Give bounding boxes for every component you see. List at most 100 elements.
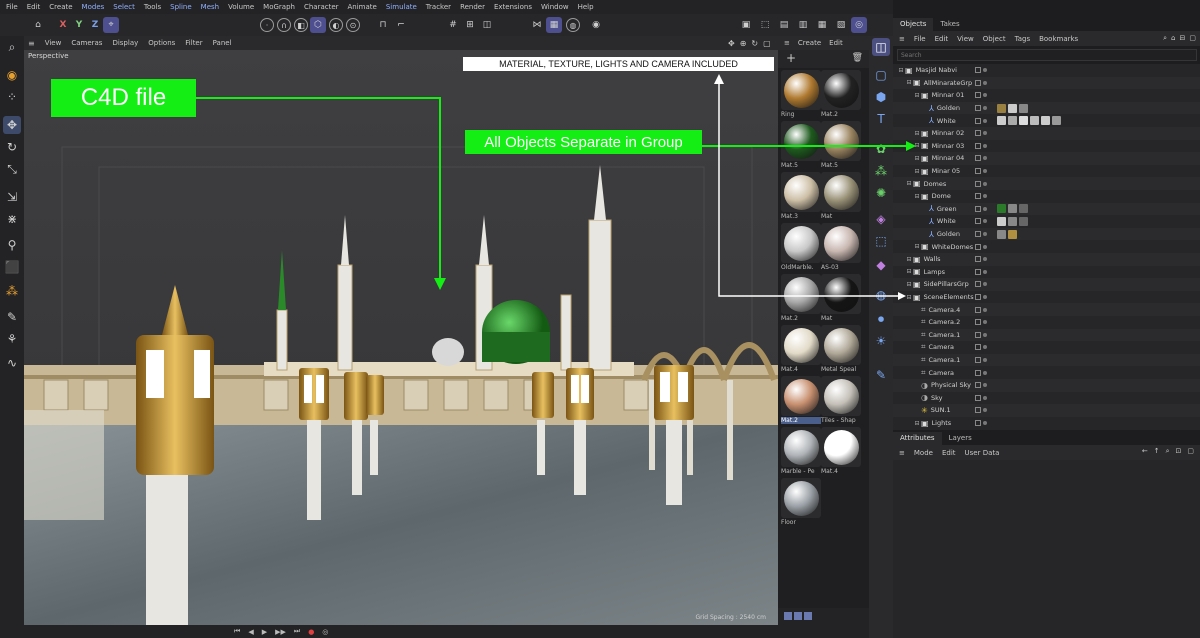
visibility-flags[interactable] — [975, 357, 987, 364]
menu-spline[interactable]: Spline — [170, 3, 192, 11]
object-row[interactable]: ⅄ Golden — [893, 101, 1200, 115]
extrude-tool-icon[interactable]: ⬛ — [3, 258, 21, 276]
object-row[interactable]: ◑ Physical Sky — [893, 379, 1200, 392]
symmetry-icon[interactable]: ⋈ — [529, 17, 545, 33]
object-row[interactable]: ⌗ Camera.4 — [893, 303, 1200, 316]
menu-volume[interactable]: Volume — [228, 3, 254, 11]
menu-select[interactable]: Select — [113, 3, 135, 11]
rotate-tool-icon[interactable]: ↻ — [3, 138, 21, 156]
visibility-flags[interactable] — [975, 369, 987, 376]
material-tags[interactable] — [997, 116, 1061, 126]
object-row[interactable]: ⅄ White — [893, 114, 1200, 127]
material-swatch[interactable]: Mat.2 — [781, 376, 821, 426]
viewport-menu-view[interactable]: View — [45, 39, 62, 47]
volume-icon[interactable]: ◆ — [872, 256, 890, 274]
material-tags[interactable] — [997, 229, 1017, 239]
undo-icon[interactable]: ⌂ — [30, 17, 46, 33]
material-swatch[interactable]: Mat.2 — [821, 70, 861, 120]
new-window-icon[interactable]: ▢ — [1187, 447, 1194, 456]
last-frame-icon[interactable]: ⏭ — [294, 627, 300, 636]
home-icon[interactable]: ⌂ — [1171, 34, 1175, 43]
object-row[interactable]: ⅄ Green — [893, 202, 1200, 216]
point-mode-icon[interactable]: · — [260, 18, 274, 32]
object-axis-icon[interactable]: ⊙ — [346, 18, 360, 32]
material-swatch[interactable]: Mat.4 — [781, 325, 821, 375]
menu-extensions[interactable]: Extensions — [494, 3, 532, 11]
viewport-menu-panel[interactable]: Panel — [213, 39, 232, 47]
object-search-input[interactable] — [897, 49, 1197, 61]
material-swatch[interactable]: OldMarble. — [781, 223, 821, 273]
camera-icon[interactable]: ⏺ — [872, 310, 890, 328]
scale-tool-icon[interactable]: ⤡ — [3, 160, 21, 178]
object-row[interactable]: ⌗ Camera — [893, 341, 1200, 354]
visibility-flags[interactable] — [975, 67, 987, 74]
render-region-icon[interactable]: ⬚ — [757, 17, 773, 33]
snap-icon[interactable]: ⊓ — [375, 17, 391, 33]
render-settings-icon[interactable]: ▧ — [833, 17, 849, 33]
orbit-icon[interactable]: ↻ — [751, 39, 758, 48]
menu-modes[interactable]: Modes — [82, 3, 105, 11]
brush-tool-icon[interactable]: ✎ — [3, 308, 21, 326]
visibility-flags[interactable] — [975, 243, 987, 250]
expand-toggle-icon[interactable]: ⊟ — [905, 256, 913, 263]
add-material-icon[interactable]: + — [786, 51, 796, 65]
material-swatch[interactable]: Ring — [781, 70, 821, 120]
visibility-flags[interactable] — [975, 344, 987, 351]
generator-icon[interactable]: ✿ — [872, 140, 890, 158]
visibility-flags[interactable] — [975, 155, 987, 162]
zoom-icon[interactable]: ⊕ — [740, 39, 747, 48]
tab-takes[interactable]: Takes — [933, 18, 966, 31]
expand-toggle-icon[interactable]: ⊟ — [913, 243, 921, 250]
viewport-menu-cameras[interactable]: Cameras — [71, 39, 102, 47]
search-icon[interactable]: ⌕ — [1166, 447, 1170, 456]
delete-material-icon[interactable]: 🗑 — [852, 53, 863, 63]
object-menu-bookmarks[interactable]: Bookmarks — [1039, 35, 1078, 43]
menu-mograph[interactable]: MoGraph — [263, 3, 295, 11]
visibility-flags[interactable] — [975, 130, 987, 137]
autokey-icon[interactable]: ◎ — [322, 628, 328, 636]
expand-toggle-icon[interactable]: ⊟ — [905, 281, 913, 288]
render-to-po-icon[interactable]: ▦ — [814, 17, 830, 33]
material-swatch[interactable]: Tiles - Shap — [821, 376, 861, 426]
object-menu-view[interactable]: View — [957, 35, 974, 43]
polygon-mode-icon[interactable]: ◧ — [294, 18, 308, 32]
text-icon[interactable]: T — [872, 110, 890, 128]
grid-icon[interactable]: # — [445, 17, 461, 33]
visibility-flags[interactable] — [975, 294, 987, 301]
spline-pen-icon[interactable]: ∿ — [3, 354, 21, 372]
pen-tool-icon[interactable]: ✎ — [872, 366, 890, 384]
snap-settings-icon[interactable]: ⊞ — [462, 17, 478, 33]
object-row[interactable]: ⊟ ▣ Minnar 04 — [893, 152, 1200, 165]
viewport-menu-icon[interactable]: ≡ — [28, 39, 35, 48]
transform-tool-icon[interactable]: ⇲ — [3, 188, 21, 206]
material-swatch[interactable]: Metal Speal — [821, 325, 861, 375]
uv-mode-icon[interactable]: ◐ — [329, 18, 343, 32]
viewport-menu-options[interactable]: Options — [148, 39, 175, 47]
menu-window[interactable]: Window — [541, 3, 569, 11]
visibility-flags[interactable] — [975, 394, 987, 401]
first-frame-icon[interactable]: ⏮ — [234, 627, 240, 636]
move-tool-icon[interactable]: ✥ — [3, 116, 21, 134]
solo-icon[interactable]: ◍ — [566, 18, 580, 32]
material-swatch[interactable]: Floor — [781, 478, 821, 528]
expand-toggle-icon[interactable]: ⊟ — [913, 155, 921, 162]
live-selection-icon[interactable]: ◉ — [3, 66, 21, 84]
visibility-flags[interactable] — [975, 306, 987, 313]
object-row[interactable]: ⊟ ▣ Minnar 01 — [893, 89, 1200, 102]
expand-toggle-icon[interactable]: ⊟ — [905, 79, 913, 86]
expand-toggle-icon[interactable]: ⊟ — [913, 142, 921, 149]
object-row[interactable]: ⊟ ▣ AllMinarateGrp — [893, 76, 1200, 90]
light-icon[interactable]: ☀ — [872, 332, 890, 350]
list-view-icon[interactable] — [784, 612, 792, 620]
material-tags[interactable] — [997, 216, 1028, 226]
menu-tracker[interactable]: Tracker — [426, 3, 451, 11]
material-menu-create[interactable]: Create — [798, 39, 821, 47]
expand-toggle-icon[interactable]: ⊟ — [905, 180, 913, 187]
visibility-flags[interactable] — [975, 268, 987, 275]
visibility-flags[interactable] — [975, 256, 987, 263]
object-menu-object[interactable]: Object — [983, 35, 1006, 43]
mesh-tool-icon[interactable]: ⋇ — [3, 210, 21, 228]
visibility-flags[interactable] — [975, 79, 987, 86]
object-menu-icon[interactable]: ≡ — [899, 35, 905, 43]
viewport-menu-filter[interactable]: Filter — [185, 39, 202, 47]
